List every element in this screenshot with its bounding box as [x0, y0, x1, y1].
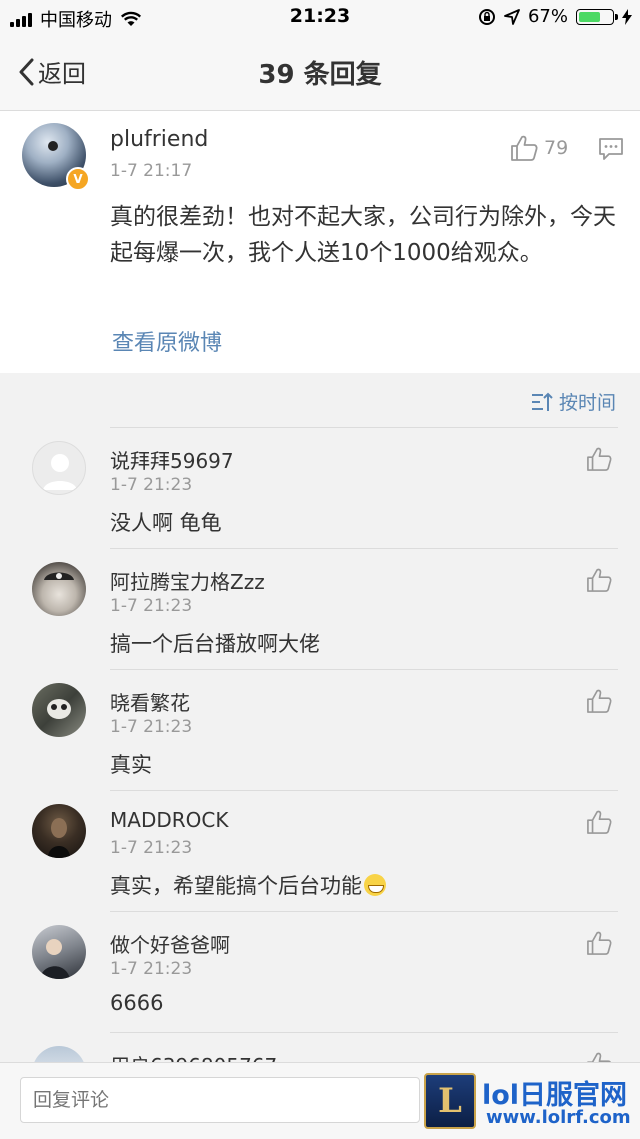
- comment-item: 用户6396805767: [0, 1032, 640, 1064]
- reply-input[interactable]: [20, 1077, 420, 1123]
- avatar[interactable]: [32, 683, 86, 737]
- comment-time: 1-7 21:23: [110, 717, 193, 737]
- page-title: 39 条回复: [258, 60, 382, 90]
- avatar[interactable]: [32, 441, 86, 495]
- comment-item: MADDROCK 1-7 21:23 真实，希望能搞个后台功能: [0, 790, 640, 911]
- comment-text-content: 真实，希望能搞个后台功能: [110, 874, 362, 898]
- comment-text: 搞一个后台播放啊大佬: [110, 632, 320, 656]
- like-count: 79: [544, 137, 569, 159]
- comment-time: 1-7 21:23: [110, 838, 193, 858]
- comment-list[interactable]: 说拜拜59697 1-7 21:23 没人啊 龟龟 阿拉腾宝力格Zzz 1-7 …: [0, 427, 640, 1064]
- sort-icon: [531, 392, 553, 411]
- location-icon: [504, 8, 520, 25]
- thumbs-up-icon[interactable]: [586, 447, 612, 471]
- commenter-name[interactable]: 做个好爸爸啊: [110, 929, 230, 958]
- nav-bar: 返回 39 条回复: [0, 36, 640, 111]
- commenter-name[interactable]: MADDROCK: [110, 808, 228, 832]
- rotation-lock-icon: [478, 8, 495, 25]
- verified-badge-icon: V: [66, 167, 90, 191]
- comment-item: 阿拉腾宝力格Zzz 1-7 21:23 搞一个后台播放啊大佬: [0, 548, 640, 669]
- avatar[interactable]: [32, 562, 86, 616]
- avatar[interactable]: [32, 925, 86, 979]
- comment-text: 真实，希望能搞个后台功能: [110, 870, 386, 900]
- battery-icon: [576, 8, 618, 25]
- comment-text: 真实: [110, 753, 152, 777]
- post-time: 1-7 21:17: [110, 161, 193, 181]
- commenter-name[interactable]: 晓看繁花: [110, 687, 190, 716]
- comment-item: 晓看繁花 1-7 21:23 真实: [0, 669, 640, 790]
- view-original-link[interactable]: 查看原微博: [112, 325, 222, 357]
- thumbs-up-icon[interactable]: [586, 810, 612, 834]
- comment-text: 没人啊 龟龟: [110, 511, 222, 535]
- charging-icon: [622, 8, 632, 25]
- status-right: 67%: [478, 6, 632, 27]
- comment-text: 6666: [110, 991, 164, 1015]
- thumbs-up-icon[interactable]: [586, 568, 612, 592]
- original-comment: V plufriend 1-7 21:17 79 真的很差劲！也对不起大家，公司…: [0, 111, 640, 373]
- watermark: L lol日服官网 www.lolrf.com: [424, 1073, 634, 1133]
- sort-button[interactable]: 按时间: [531, 388, 616, 415]
- reply-bar: L lol日服官网 www.lolrf.com: [0, 1062, 640, 1139]
- grin-emoji-icon: [364, 874, 386, 896]
- comment-item: 做个好爸爸啊 1-7 21:23 6666: [0, 911, 640, 1032]
- comment-item: 说拜拜59697 1-7 21:23 没人啊 龟龟: [0, 427, 640, 548]
- comment-time: 1-7 21:23: [110, 596, 193, 616]
- thumbs-up-icon: [511, 135, 538, 161]
- commenter-name[interactable]: 说拜拜59697: [110, 445, 234, 474]
- watermark-logo: L: [424, 1073, 476, 1129]
- commenter-name[interactable]: 阿拉腾宝力格Zzz: [110, 566, 265, 595]
- avatar[interactable]: [32, 804, 86, 858]
- comment-icon[interactable]: [598, 137, 624, 161]
- comment-time: 1-7 21:23: [110, 475, 193, 495]
- thumbs-up-icon[interactable]: [586, 689, 612, 713]
- author-name[interactable]: plufriend: [110, 127, 208, 152]
- status-bar: 中国移动 21:23 67%: [0, 0, 640, 36]
- battery-percent: 67%: [527, 6, 568, 27]
- comment-time: 1-7 21:23: [110, 959, 193, 979]
- like-button[interactable]: 79: [510, 135, 568, 161]
- watermark-url: www.lolrf.com: [486, 1107, 631, 1128]
- thumbs-up-icon[interactable]: [586, 931, 612, 955]
- post-text: 真的很差劲！也对不起大家，公司行为除外，今天起每爆一次，我个人送10个1000给…: [110, 204, 616, 266]
- sort-label: 按时间: [558, 392, 616, 414]
